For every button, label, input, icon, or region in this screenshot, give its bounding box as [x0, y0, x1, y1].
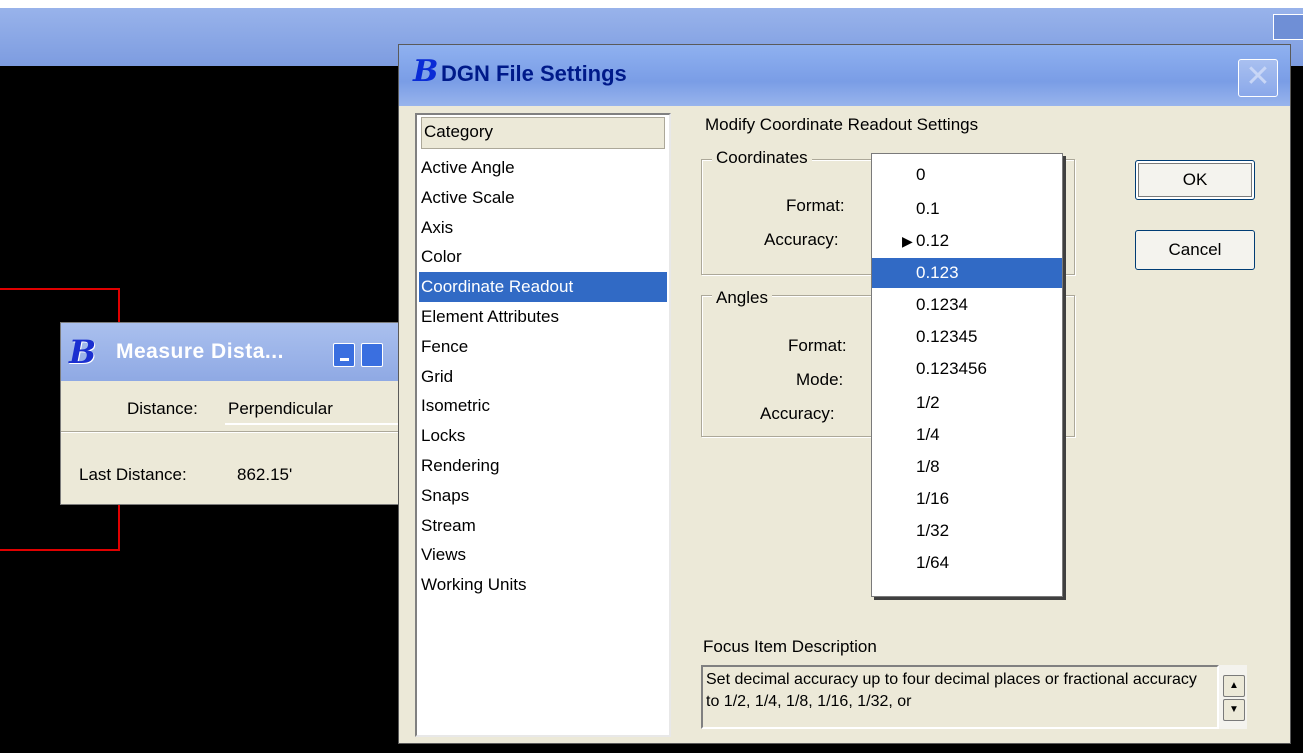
focus-item-description-text: Set decimal accuracy up to four decimal …	[701, 665, 1219, 729]
dgn-title-bar[interactable]: B DGN File Settings ✕	[399, 45, 1290, 106]
category-item[interactable]: Grid	[419, 362, 667, 392]
ok-button[interactable]: OK	[1135, 160, 1255, 200]
category-item[interactable]: Coordinate Readout	[419, 272, 667, 302]
measure-distance-dialog: B Measure Dista... Distance: Perpendicul…	[60, 322, 425, 505]
accuracy-option[interactable]: 0.123	[872, 258, 1062, 288]
last-distance-value: 862.15'	[237, 465, 293, 484]
category-items: Active Angle Active Scale Axis Color Coordin…	[419, 153, 667, 600]
accuracy-option[interactable]: 0	[872, 160, 1062, 190]
last-distance-label: Last Distance:	[79, 465, 187, 484]
maximize-button[interactable]	[361, 343, 383, 367]
screen-top-edge	[0, 0, 1303, 8]
dgn-dialog-title: DGN File Settings	[441, 61, 627, 86]
bentley-logo-icon: B	[413, 54, 439, 89]
dgn-file-settings-dialog: B DGN File Settings ✕ Category Active An…	[398, 44, 1291, 744]
category-item[interactable]: Views	[419, 540, 667, 570]
section-heading: Modify Coordinate Readout Settings	[705, 115, 979, 134]
accuracy-option[interactable]: 1/4	[872, 420, 1062, 450]
category-item[interactable]: Fence	[419, 332, 667, 362]
coordinates-legend: Coordinates	[712, 148, 812, 168]
category-item[interactable]: Axis	[419, 213, 667, 243]
category-item[interactable]: Stream	[419, 511, 667, 541]
category-item[interactable]: Isometric	[419, 391, 667, 421]
angles-mode-label: Mode:	[796, 370, 844, 389]
scroll-up-icon[interactable]: ▲	[1223, 675, 1245, 697]
category-header[interactable]: Category	[421, 117, 665, 149]
category-item[interactable]: Locks	[419, 421, 667, 451]
toolbar-overflow-button[interactable]	[1273, 14, 1303, 40]
accuracy-option[interactable]: 1/8	[872, 452, 1062, 482]
coordinates-format-label: Format:	[786, 196, 845, 215]
angles-accuracy-label: Accuracy:	[760, 404, 835, 423]
cad-element-line	[0, 549, 120, 551]
accuracy-option[interactable]: 0.123456	[872, 354, 1062, 384]
category-list[interactable]: Category Active Angle Active Scale Axis Col…	[415, 113, 671, 737]
accuracy-option[interactable]: 0.1234	[872, 290, 1062, 320]
accuracy-option[interactable]: 1/16	[872, 484, 1062, 514]
cad-element-line	[118, 288, 120, 324]
bentley-logo-icon: B	[69, 333, 97, 371]
accuracy-option[interactable]: 0.12345	[872, 322, 1062, 352]
category-item[interactable]: Color	[419, 242, 667, 272]
separator	[61, 431, 406, 433]
category-item[interactable]: Active Scale	[419, 183, 667, 213]
angles-format-label: Format:	[788, 336, 847, 355]
cancel-button[interactable]: Cancel	[1135, 230, 1255, 270]
angles-legend: Angles	[712, 288, 772, 308]
accuracy-option[interactable]: 1/2	[872, 388, 1062, 418]
scroll-down-icon[interactable]: ▼	[1223, 699, 1245, 721]
coordinates-accuracy-label: Accuracy:	[764, 230, 839, 249]
focus-item-description-label: Focus Item Description	[703, 637, 877, 656]
accuracy-option[interactable]: 1/32	[872, 516, 1062, 546]
cad-element-line	[118, 505, 120, 551]
minimize-button[interactable]	[333, 343, 355, 367]
accuracy-dropdown-list[interactable]: ▶ 0 0.1 0.12 0.123 0.1234 0.12345 0.123456 1/2 1…	[871, 153, 1063, 597]
accuracy-option[interactable]: 0.1	[872, 194, 1062, 224]
category-item[interactable]: Rendering	[419, 451, 667, 481]
category-item[interactable]: Working Units	[419, 570, 667, 600]
measure-dialog-title: Measure Dista...	[116, 340, 284, 363]
category-item[interactable]: Element Attributes	[419, 302, 667, 332]
category-item[interactable]: Active Angle	[419, 153, 667, 183]
accuracy-option[interactable]: 0.12	[872, 226, 1062, 256]
category-item[interactable]: Snaps	[419, 481, 667, 511]
cad-element-line	[0, 288, 120, 290]
accuracy-option[interactable]: 1/64	[872, 548, 1062, 578]
measure-title-bar[interactable]: B Measure Dista...	[61, 323, 404, 381]
distance-mode-select[interactable]: Perpendicular	[225, 395, 425, 425]
close-icon[interactable]: ✕	[1238, 59, 1278, 97]
distance-label: Distance:	[127, 399, 198, 418]
